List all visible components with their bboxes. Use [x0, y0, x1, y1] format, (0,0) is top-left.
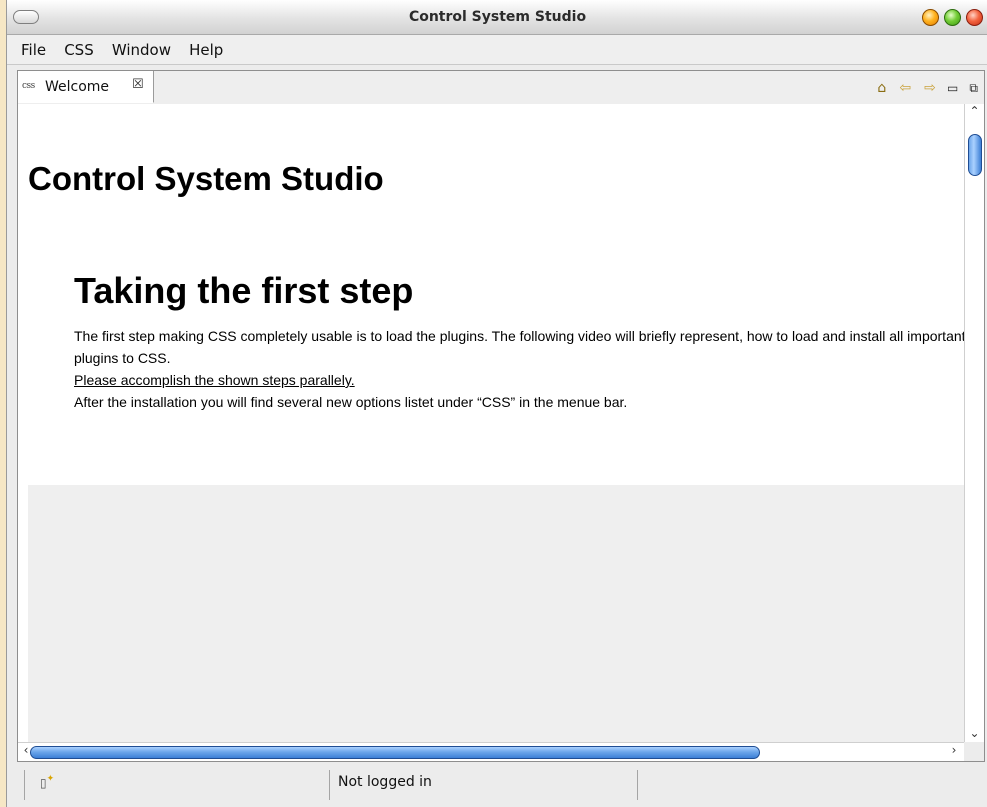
scroll-down-icon[interactable]: ⌄	[965, 726, 984, 742]
forward-arrow-icon[interactable]: ⇨	[924, 80, 936, 96]
close-window-button[interactable]	[966, 9, 983, 26]
status-divider	[24, 770, 25, 800]
status-divider	[329, 770, 330, 800]
installation-note: After the installation you will find sev…	[74, 394, 628, 410]
maximize-window-button[interactable]	[944, 9, 961, 26]
css-logo-icon: css	[22, 81, 35, 91]
minimize-view-icon[interactable]: ▭	[947, 81, 958, 95]
horizontal-scroll-thumb[interactable]	[30, 746, 760, 759]
status-bar: ▯✦ Not logged in	[7, 764, 987, 807]
tab-welcome-label: Welcome	[45, 79, 110, 95]
menu-bar: File CSS Window Help	[7, 35, 987, 65]
tab-bar: css Welcome ☒ ⌂ ⇦ ⇨ ▭ ⧉	[18, 71, 984, 105]
video-placeholder[interactable]	[28, 485, 964, 742]
horizontal-scrollbar[interactable]: ‹ ›	[18, 742, 964, 761]
menu-help[interactable]: Help	[189, 41, 223, 59]
close-tab-icon[interactable]: ☒	[132, 77, 144, 92]
vertical-scroll-thumb[interactable]	[968, 134, 982, 176]
restore-view-icon[interactable]: ⧉	[969, 81, 978, 96]
tab-welcome[interactable]: css Welcome ☒	[18, 71, 154, 103]
fast-view-icon[interactable]: ▯✦	[40, 774, 54, 790]
editor-toolbar: ⌂ ⇦ ⇨ ▭ ⧉	[869, 77, 978, 99]
intro-paragraph: The first step making CSS completely usa…	[74, 328, 964, 366]
back-arrow-icon[interactable]: ⇦	[899, 80, 911, 96]
window-title: Control System Studio	[408, 9, 587, 25]
section-heading: Taking the first step	[74, 270, 414, 311]
scrollbar-corner	[964, 742, 984, 761]
vertical-scrollbar[interactable]: ⌃ ⌄	[964, 104, 984, 742]
menu-file[interactable]: File	[21, 41, 46, 59]
minimize-window-button[interactable]	[922, 9, 939, 26]
menu-css[interactable]: CSS	[64, 41, 94, 59]
menu-window[interactable]: Window	[112, 41, 171, 59]
login-status: Not logged in	[338, 774, 432, 790]
home-icon[interactable]: ⌂	[877, 80, 886, 96]
intro-text-block: The first step making CSS completely usa…	[74, 325, 964, 413]
steps-link[interactable]: Please accomplish the shown steps parall…	[74, 372, 355, 388]
scroll-right-icon[interactable]: ›	[946, 743, 962, 761]
welcome-content: Control System Studio Taking the first s…	[18, 104, 964, 742]
scroll-up-icon[interactable]: ⌃	[965, 104, 984, 120]
page-title: Control System Studio	[28, 160, 384, 197]
status-divider	[637, 770, 638, 800]
editor-area: css Welcome ☒ ⌂ ⇦ ⇨ ▭ ⧉ Control System S…	[17, 70, 985, 762]
title-bar: Control System Studio	[7, 0, 987, 35]
application-window: Control System Studio File CSS Window He…	[6, 0, 987, 807]
